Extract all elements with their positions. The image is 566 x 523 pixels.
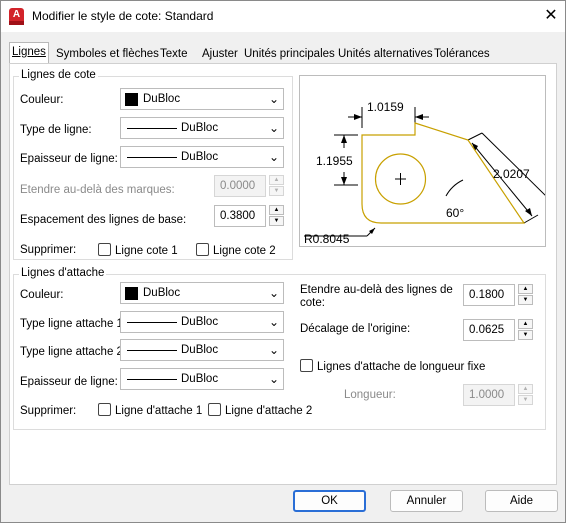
ext-color-combo[interactable]: DuBloc ⌄: [120, 282, 284, 304]
chevron-down-icon: ⌄: [268, 286, 279, 300]
ext-lt2-combo[interactable]: DuBloc ⌄: [120, 339, 284, 361]
chevron-down-icon: ⌄: [268, 315, 279, 329]
tab-symboles[interactable]: Symboles et flèches: [53, 44, 162, 63]
tab-unites-principales[interactable]: Unités principales: [241, 44, 338, 63]
dim-linetype-combo[interactable]: DuBloc ⌄: [120, 117, 284, 139]
ext-lt2-label: Type ligne attache 2:: [20, 346, 127, 358]
spin-down-icon[interactable]: ▼: [518, 330, 533, 340]
help-button[interactable]: Aide: [485, 490, 558, 512]
ext-lt1-combo[interactable]: DuBloc ⌄: [120, 311, 284, 333]
dim-lineweight-combo[interactable]: DuBloc ⌄: [120, 146, 284, 168]
ext-lw-combo[interactable]: DuBloc ⌄: [120, 368, 284, 390]
dim-color-combo[interactable]: DuBloc ⌄: [120, 88, 284, 110]
dim-lines-group: Lignes de cote Couleur: DuBloc ⌄ Type de…: [13, 69, 293, 260]
color-swatch: [125, 287, 138, 300]
origin-offset-label: Décalage de l'origine:: [300, 323, 411, 335]
spin-down-icon[interactable]: ▼: [269, 186, 284, 196]
ext-lt1-label: Type ligne attache 1:: [20, 318, 127, 330]
dim-color-value: DuBloc: [143, 93, 181, 105]
tab-tolerances[interactable]: Tolérances: [431, 44, 493, 63]
spin-up-icon[interactable]: ▲: [518, 384, 533, 394]
ext-lw-label: Epaisseur de ligne:: [20, 376, 118, 388]
chevron-down-icon: ⌄: [268, 150, 279, 164]
tab-lignes[interactable]: Lignes: [9, 42, 49, 64]
radius-text: R0.8045: [304, 232, 350, 246]
tab-panel: Lignes de cote Couleur: DuBloc ⌄ Type de…: [9, 63, 557, 485]
spin-up-icon[interactable]: ▲: [269, 205, 284, 215]
color-swatch: [125, 93, 138, 106]
suppress-dim-line-1-checkbox[interactable]: Ligne cote 1: [98, 243, 178, 257]
title-bar: A Modifier le style de cote: Standard ✕: [1, 1, 565, 32]
dim-linetype-label: Type de ligne:: [20, 124, 92, 136]
dim-lines-title: Lignes de cote: [19, 69, 98, 81]
line-sample: [127, 128, 177, 129]
baseline-spacing-label: Espacement des lignes de base:: [20, 214, 187, 226]
spin-down-icon[interactable]: ▼: [518, 395, 533, 405]
autocad-app-icon: A: [9, 8, 24, 25]
dim-top-text: 1.0159: [367, 100, 404, 114]
spin-down-icon[interactable]: ▼: [269, 216, 284, 226]
ext-color-label: Couleur:: [20, 289, 64, 301]
dim-color-label: Couleur:: [20, 94, 64, 106]
suppress-ext-line-2-checkbox[interactable]: Ligne d'attache 2: [208, 403, 312, 417]
spin-down-icon[interactable]: ▼: [518, 295, 533, 305]
ext-extend-value[interactable]: 0.1800: [463, 284, 515, 306]
ext-lt1-value: DuBloc: [181, 316, 219, 328]
line-sample: [127, 379, 177, 380]
length-label: Longueur:: [344, 389, 396, 401]
dim-left-text: 1.1955: [316, 154, 353, 168]
dim-linetype-value: DuBloc: [181, 122, 219, 134]
ext-lines-title: Lignes d'attache: [19, 267, 107, 279]
baseline-spacing-value[interactable]: 0.3800: [214, 205, 266, 227]
ext-lt2-value: DuBloc: [181, 344, 219, 356]
tab-ajuster[interactable]: Ajuster: [199, 44, 241, 63]
chevron-down-icon: ⌄: [268, 343, 279, 357]
ext-extend-label: Etendre au-delà des lignes de cote:: [300, 284, 453, 309]
dim-extend-value[interactable]: 0.0000: [214, 175, 266, 197]
dim-lineweight-value: DuBloc: [181, 151, 219, 163]
cancel-button[interactable]: Annuler: [390, 490, 463, 512]
line-sample: [127, 350, 177, 351]
suppress-ext-line-1-checkbox[interactable]: Ligne d'attache 1: [98, 403, 202, 417]
chevron-down-icon: ⌄: [268, 92, 279, 106]
close-icon[interactable]: ✕: [541, 5, 561, 27]
ext-lw-value: DuBloc: [181, 373, 219, 385]
dim-suppress-label: Supprimer:: [20, 244, 77, 256]
ok-button[interactable]: OK: [293, 490, 366, 512]
dim-lineweight-label: Epaisseur de ligne:: [20, 153, 118, 165]
suppress-dim-line-2-checkbox[interactable]: Ligne cote 2: [196, 243, 276, 257]
ext-lines-group: Lignes d'attache Couleur: DuBloc ⌄ Type …: [13, 267, 546, 430]
chevron-down-icon: ⌄: [268, 372, 279, 386]
dim-extend-label: Etendre au-delà des marques:: [20, 184, 175, 196]
length-value[interactable]: 1.0000: [463, 384, 515, 406]
spin-up-icon[interactable]: ▲: [269, 175, 284, 185]
dialog-window: A Modifier le style de cote: Standard ✕ …: [0, 0, 566, 523]
fixed-length-checkbox[interactable]: Lignes d'attache de longueur fixe: [300, 359, 485, 373]
line-sample: [127, 157, 177, 158]
tab-unites-alternatives[interactable]: Unités alternatives: [335, 44, 436, 63]
line-sample: [127, 322, 177, 323]
spin-up-icon[interactable]: ▲: [518, 284, 533, 294]
dim-right-text: 2.0207: [493, 167, 530, 181]
spin-up-icon[interactable]: ▲: [518, 319, 533, 329]
tab-strip: Lignes Symboles et flèches Texte Ajuster…: [9, 42, 557, 64]
dialog-title: Modifier le style de cote: Standard: [32, 9, 214, 23]
angle-text: 60°: [446, 206, 464, 220]
style-preview: 1.0159 1.1955 2.0207 60° R0.8045: [299, 75, 549, 247]
chevron-down-icon: ⌄: [268, 121, 279, 135]
ext-color-value: DuBloc: [143, 287, 181, 299]
origin-offset-value[interactable]: 0.0625: [463, 319, 515, 341]
preview-drawing: 1.0159 1.1955 2.0207 60° R0.8045: [304, 100, 549, 246]
tab-texte[interactable]: Texte: [157, 44, 191, 63]
ext-suppress-label: Supprimer:: [20, 405, 77, 417]
